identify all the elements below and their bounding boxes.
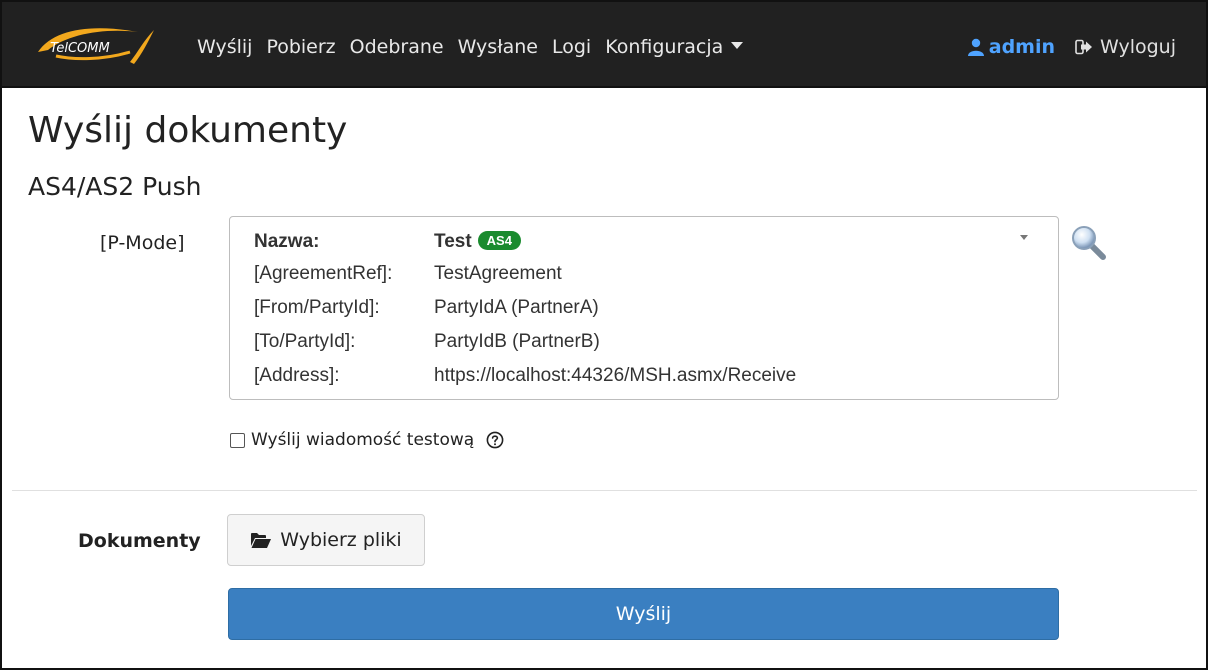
pmode-name-value-wrap: Test AS4 — [434, 231, 521, 253]
test-message-checkbox[interactable] — [230, 432, 245, 448]
caret-down-icon — [731, 42, 744, 49]
page-subtitle: AS4/AS2 Push — [28, 172, 202, 201]
logout-label: Wyloguj — [1100, 36, 1176, 58]
user-link[interactable]: admin — [967, 36, 1056, 58]
user-icon — [967, 38, 984, 56]
nav-link-received[interactable]: Odebrane — [350, 36, 444, 58]
pmode-name-value: Test — [434, 231, 472, 252]
nav-dropdown-configuration[interactable]: Konfiguracja — [605, 36, 744, 58]
pmode-row-value: PartyIdB (PartnerB) — [434, 331, 600, 352]
nav-dropdown-label: Konfiguracja — [605, 36, 724, 58]
pmode-row-key: [AgreementRef]: — [254, 263, 393, 284]
as4-badge: AS4 — [477, 231, 521, 250]
nav-link-download[interactable]: Pobierz — [266, 36, 335, 58]
logout-icon — [1075, 39, 1093, 55]
send-button[interactable]: Wyślij — [228, 588, 1059, 640]
nav-link-logs[interactable]: Logi — [552, 36, 591, 58]
help-icon[interactable] — [486, 431, 504, 449]
username: admin — [988, 36, 1056, 58]
navbar: TelCOMM Wyślij Pobierz Odebrane Wysłane … — [0, 0, 1208, 88]
pmode-name-key: Nazwa: — [254, 231, 320, 252]
section-divider — [12, 490, 1197, 491]
test-message-option[interactable]: Wyślij wiadomość testową — [230, 430, 504, 450]
folder-open-icon — [251, 532, 272, 548]
pmode-row-value: TestAgreement — [434, 263, 562, 284]
choose-files-label: Wybierz pliki — [280, 529, 402, 551]
pmode-row-value: PartyIdA (PartnerA) — [434, 297, 599, 318]
pmode-row-key: [From/PartyId]: — [254, 297, 380, 318]
logout-link[interactable]: Wyloguj — [1075, 36, 1176, 58]
test-message-label: Wyślij wiadomość testową — [251, 430, 475, 450]
pmode-row-value: https://localhost:44326/MSH.asmx/Receive — [434, 365, 797, 386]
telcomm-logo[interactable]: TelCOMM — [34, 22, 158, 66]
pmode-row-key: [To/PartyId]: — [254, 331, 356, 352]
main-nav: Wyślij Pobierz Odebrane Wysłane Logi Kon… — [197, 36, 757, 58]
nav-link-sent[interactable]: Wysłane — [458, 36, 538, 58]
svg-text:TelCOMM: TelCOMM — [50, 41, 110, 56]
page-title: Wyślij dokumenty — [28, 110, 348, 151]
documents-label: Dokumenty — [78, 530, 201, 552]
pmode-label: [P-Mode] — [100, 232, 185, 254]
magnifier-icon[interactable] — [1070, 224, 1106, 260]
select-caret-icon[interactable] — [1020, 235, 1028, 240]
nav-link-send[interactable]: Wyślij — [197, 36, 252, 58]
pmode-row-key: [Address]: — [254, 365, 340, 386]
nav-right: admin Wyloguj — [967, 36, 1176, 58]
choose-files-button[interactable]: Wybierz pliki — [227, 514, 425, 566]
pmode-select[interactable]: Nazwa: Test AS4 [AgreementRef]: TestAgree… — [229, 216, 1059, 400]
